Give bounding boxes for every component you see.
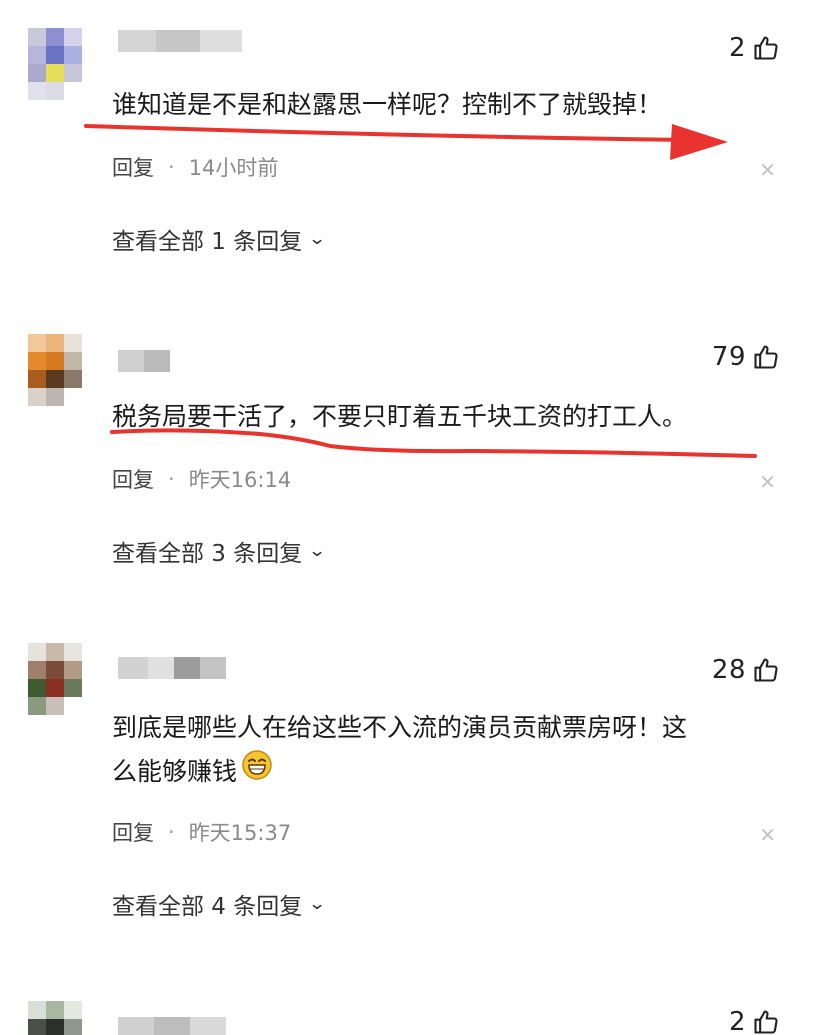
comment-text-line: 到底是哪些人在给这些不入流的演员贡献票房呀！这 [112, 713, 688, 742]
timestamp: 14小时前 [188, 156, 279, 180]
username[interactable] [118, 1017, 226, 1035]
reply-button[interactable]: 回复 [112, 817, 154, 847]
thumbs-up-icon[interactable] [752, 34, 780, 62]
comment-item: 79 税务局要干活了，不要只盯着五千块工资的打工人。 回复 · 昨天16:14 … [0, 320, 832, 620]
avatar[interactable] [28, 1001, 82, 1035]
comment-item: 2 谁知道是不是和赵露思一样呢？控制不了就毁掉！ 回复 · 14小时前 ✕ 查看… [0, 0, 832, 300]
view-replies-label: 查看全部 3 条回复 [112, 541, 303, 567]
avatar[interactable] [28, 28, 82, 100]
view-replies-link[interactable]: 查看全部 4 条回复 ⌄ [112, 887, 327, 921]
separator-dot: · [168, 467, 175, 491]
avatar[interactable] [28, 334, 82, 406]
username[interactable] [118, 657, 226, 679]
comment-meta: 回复 · 昨天15:37 [112, 817, 291, 847]
like-button[interactable]: 28 [712, 655, 780, 685]
comment-meta: 回复 · 昨天16:14 [112, 464, 291, 494]
comment-meta: 回复 · 14小时前 [112, 152, 278, 182]
thumbs-up-icon[interactable] [752, 343, 780, 371]
close-icon[interactable]: ✕ [759, 158, 776, 182]
like-count: 79 [711, 342, 746, 372]
comment-text: 税务局要干活了，不要只盯着五千块工资的打工人。 [112, 402, 688, 431]
view-replies-link[interactable]: 查看全部 3 条回复 ⌄ [112, 534, 327, 568]
separator-dot: · [168, 155, 175, 179]
like-button[interactable]: 2 [729, 33, 780, 63]
comment-item: 2 [0, 995, 832, 1035]
chevron-down-icon: ⌄ [308, 894, 327, 914]
username[interactable] [118, 350, 170, 372]
comment-text: 到底是哪些人在给这些不入流的演员贡献票房呀！这 么能够赚钱 [112, 707, 687, 794]
comment-item: 28 到底是哪些人在给这些不入流的演员贡献票房呀！这 么能够赚钱 回复 · 昨天… [0, 635, 832, 975]
view-replies-label: 查看全部 4 条回复 [112, 894, 303, 920]
chevron-down-icon: ⌄ [308, 541, 327, 561]
like-count: 2 [728, 1007, 746, 1035]
view-replies-link[interactable]: 查看全部 1 条回复 ⌄ [112, 222, 327, 256]
separator-dot: · [168, 820, 175, 844]
comment-text: 谁知道是不是和赵露思一样呢？控制不了就毁掉！ [112, 90, 663, 119]
timestamp: 昨天15:37 [188, 821, 292, 845]
avatar[interactable] [28, 643, 82, 715]
like-count: 2 [728, 33, 746, 63]
username[interactable] [118, 30, 242, 52]
thumbs-up-icon[interactable] [752, 656, 780, 684]
like-button[interactable]: 79 [712, 342, 780, 372]
reply-button[interactable]: 回复 [112, 464, 154, 494]
close-icon[interactable]: ✕ [759, 470, 776, 494]
timestamp: 昨天16:14 [188, 468, 292, 492]
like-count: 28 [711, 655, 746, 685]
comment-text-line: 么能够赚钱 [112, 756, 238, 786]
chevron-down-icon: ⌄ [308, 229, 327, 249]
view-replies-label: 查看全部 1 条回复 [112, 229, 303, 255]
grinning-face-emoji [241, 749, 273, 794]
reply-button[interactable]: 回复 [112, 152, 154, 182]
close-icon[interactable]: ✕ [759, 823, 776, 847]
like-button[interactable]: 2 [729, 1007, 780, 1035]
comment-text-line-row: 么能够赚钱 [112, 749, 687, 794]
thumbs-up-icon[interactable] [752, 1008, 780, 1035]
